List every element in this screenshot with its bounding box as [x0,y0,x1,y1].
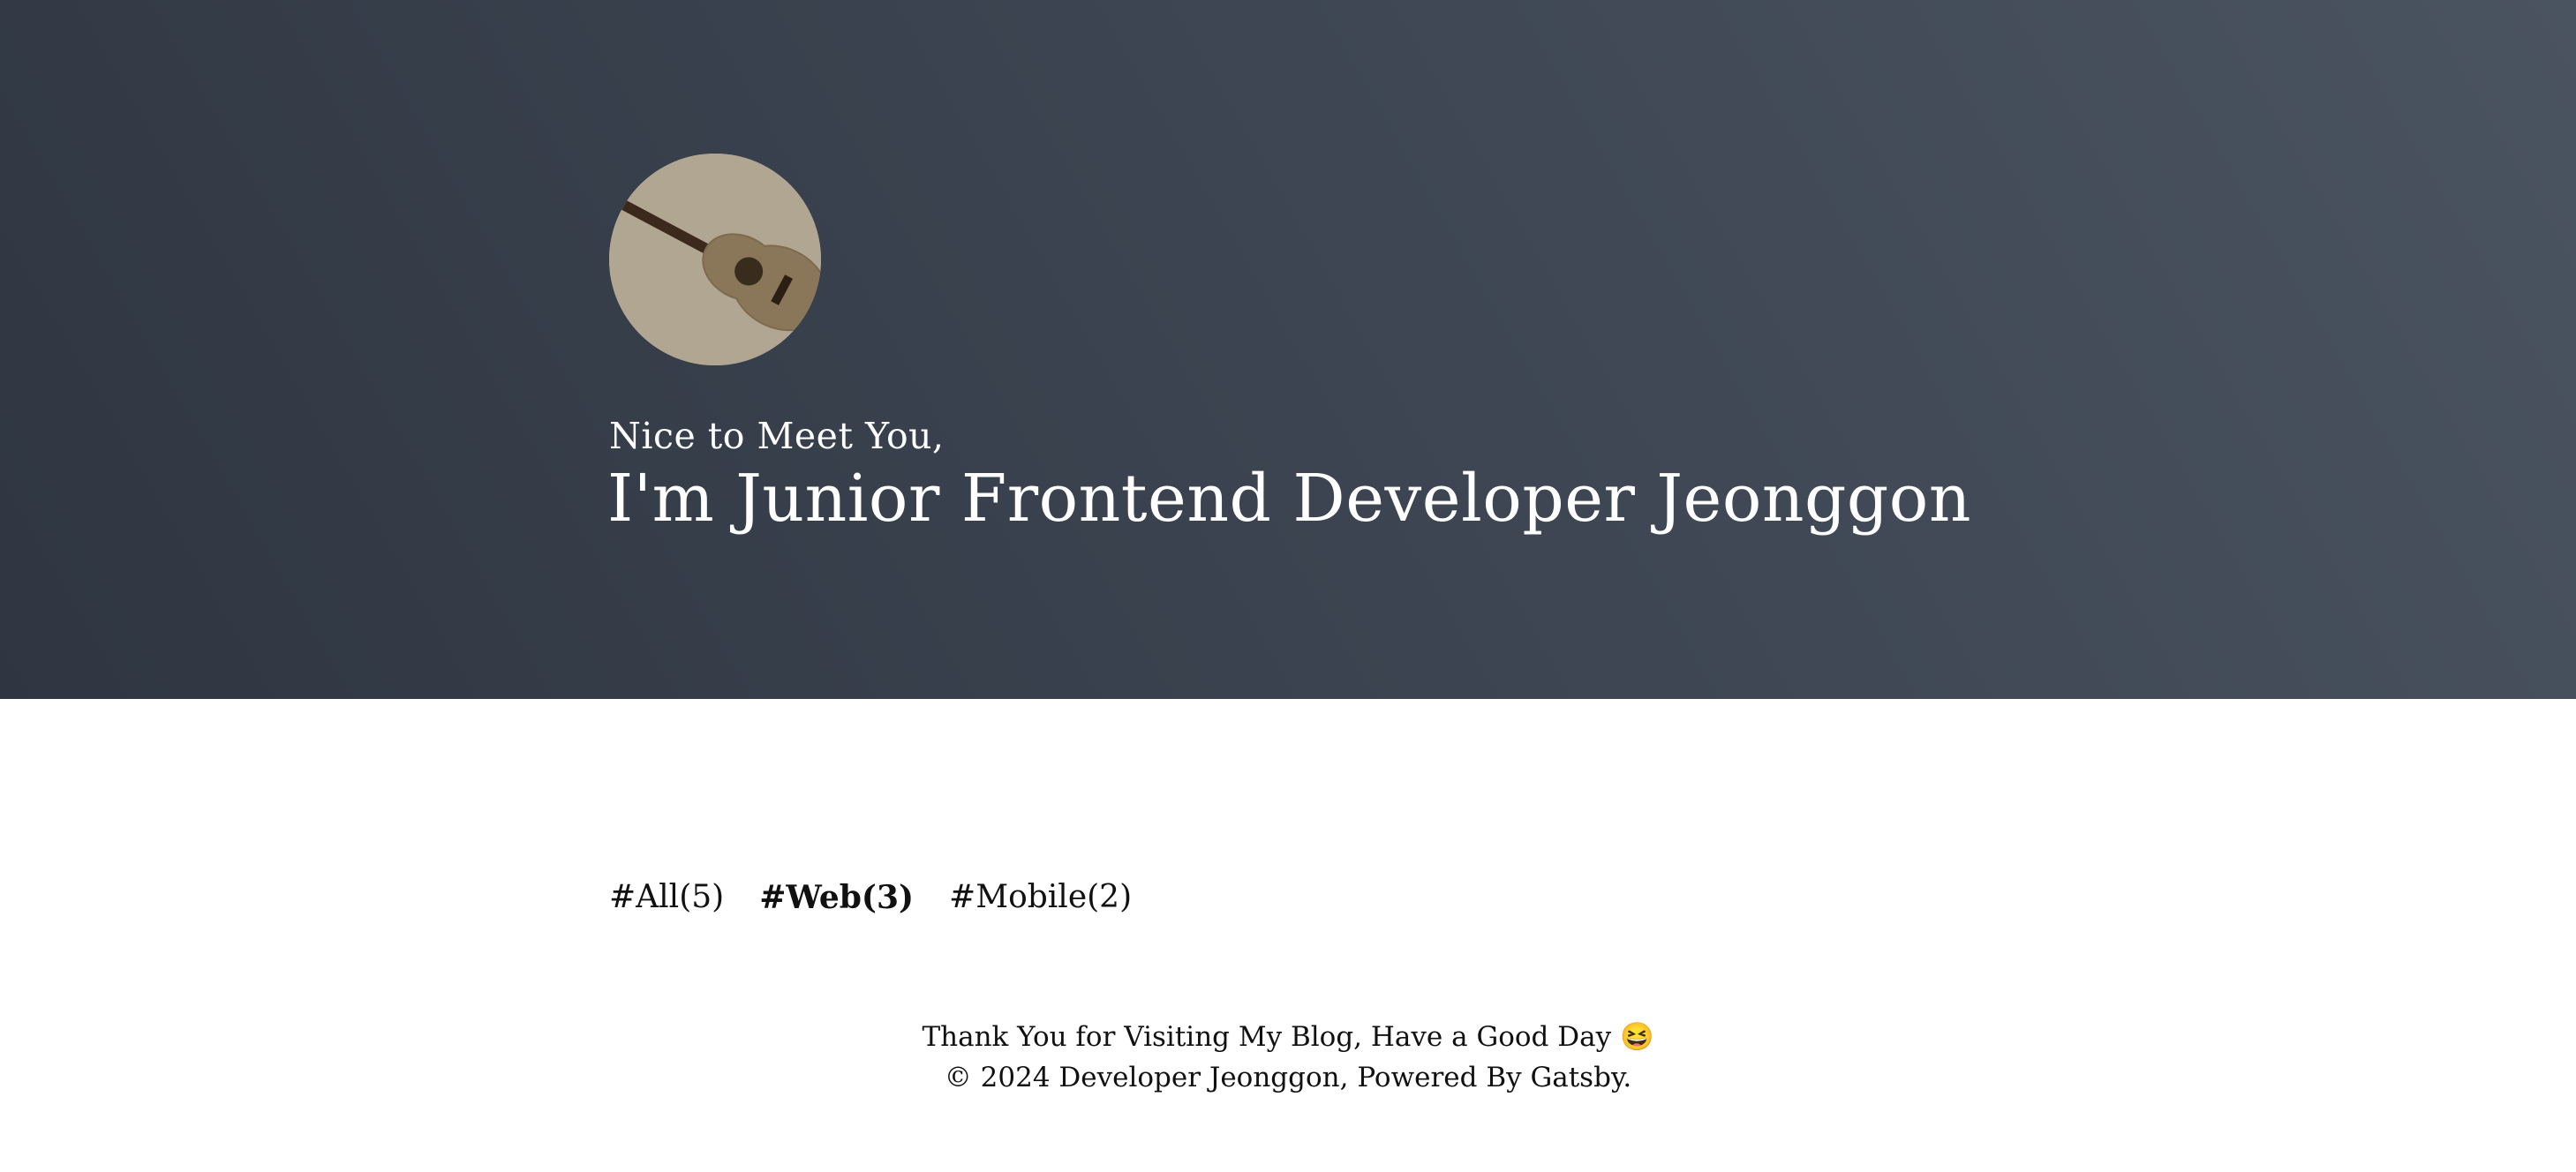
category-web[interactable]: #Web(3) [759,879,914,916]
footer-thanks-text: Thank You for Visiting My Blog, Have a G… [922,1021,1654,1053]
category-list: #All(5) #Web(3) #Mobile(2) [609,879,1132,916]
profile-container [609,154,821,365]
category-mobile[interactable]: #Mobile(2) [949,879,1132,916]
introduction-banner: Nice to Meet You, I'm Junior Frontend De… [0,0,2576,699]
greeting-text: Nice to Meet You, [609,415,945,457]
guitar-icon [609,154,821,365]
footer: Thank You for Visiting My Blog, Have a G… [0,1017,2576,1098]
footer-copyright-text: © 2024 Developer Jeonggon, Powered By Ga… [944,1062,1632,1093]
category-all[interactable]: #All(5) [609,879,724,916]
page-headline: I'm Junior Frontend Developer Jeonggon [607,461,1971,537]
profile-image [609,154,821,365]
